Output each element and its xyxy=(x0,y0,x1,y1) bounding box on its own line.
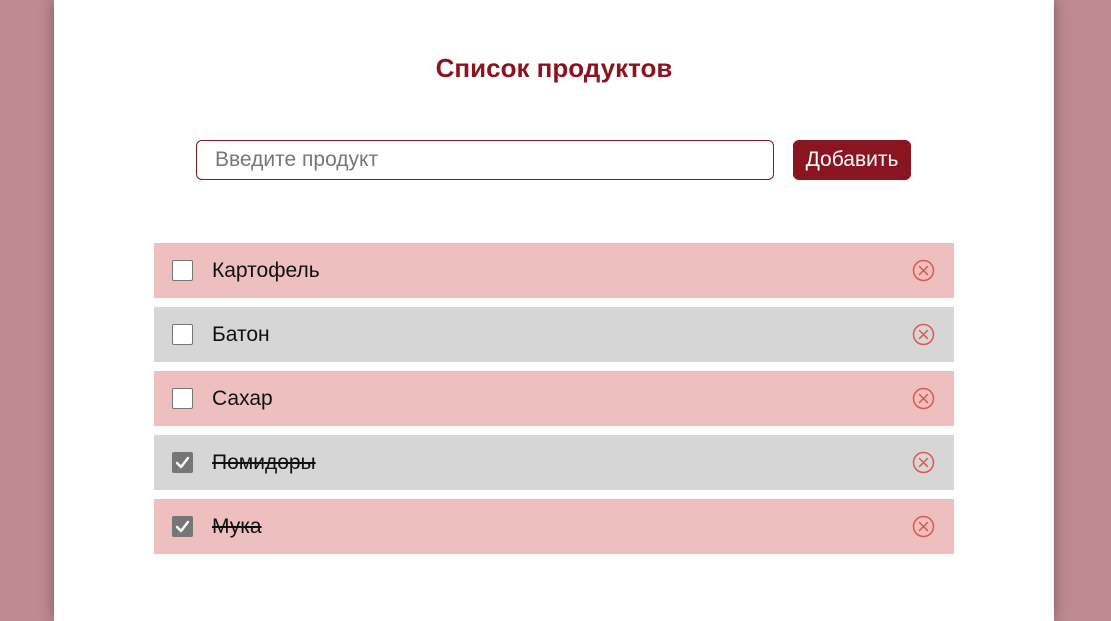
item-checkbox[interactable] xyxy=(172,452,193,473)
check-icon xyxy=(175,456,190,469)
check-icon xyxy=(175,520,190,533)
close-circle-icon[interactable] xyxy=(912,515,935,538)
item-label: Сахар xyxy=(212,387,273,410)
product-input[interactable] xyxy=(196,140,774,180)
list-item: Сахар xyxy=(154,371,954,426)
add-button[interactable]: Добавить xyxy=(793,140,911,180)
shopping-list-card: Список продуктов Добавить Картофель Бато… xyxy=(54,0,1054,621)
item-checkbox[interactable] xyxy=(172,516,193,537)
item-checkbox[interactable] xyxy=(172,324,193,345)
close-circle-icon[interactable] xyxy=(912,387,935,410)
list-item: Помидоры xyxy=(154,435,954,490)
item-label: Помидоры xyxy=(212,451,316,474)
close-circle-icon[interactable] xyxy=(912,323,935,346)
close-circle-icon[interactable] xyxy=(912,451,935,474)
list-item: Мука xyxy=(154,499,954,554)
list-item: Картофель xyxy=(154,243,954,298)
add-product-form: Добавить xyxy=(196,140,912,180)
item-checkbox[interactable] xyxy=(172,388,193,409)
item-label: Картофель xyxy=(212,259,320,282)
page-title: Список продуктов xyxy=(435,53,673,83)
item-label: Батон xyxy=(212,323,270,346)
item-checkbox[interactable] xyxy=(172,260,193,281)
list-item: Батон xyxy=(154,307,954,362)
item-label: Мука xyxy=(212,515,262,538)
close-circle-icon[interactable] xyxy=(912,259,935,282)
product-list: Картофель Батон Сахар Помидоры Мука xyxy=(154,243,954,563)
